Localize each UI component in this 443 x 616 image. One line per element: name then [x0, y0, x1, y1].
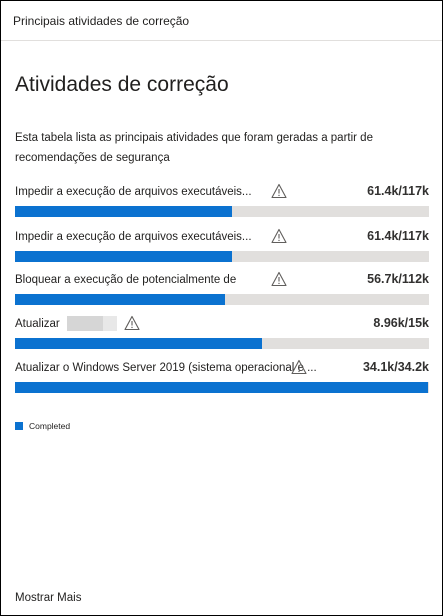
remediation-activities-card: Principais atividades de correção Ativid…	[0, 0, 443, 616]
progress-bar	[15, 294, 429, 305]
warning-icon	[271, 271, 287, 287]
activity-label[interactable]: Bloquear a execução de potencialmente de	[15, 274, 265, 286]
legend-swatch	[15, 422, 23, 430]
activity-row[interactable]: Atualizar o Windows Server 2019 (sistema…	[15, 359, 429, 402]
progress-bar	[15, 382, 429, 393]
legend-label: Completed	[29, 421, 71, 431]
activity-value: 56.7k/112k	[367, 272, 429, 286]
activity-value: 61.4k/117k	[367, 229, 429, 243]
activity-row[interactable]: Atualizar 8.96k/15k	[15, 315, 429, 358]
warning-icon	[124, 315, 140, 331]
progress-bar	[15, 251, 429, 262]
progress-bar-fill	[15, 338, 263, 349]
card-description: Esta tabela lista as principais atividad…	[15, 132, 373, 164]
activity-row[interactable]: Impedir a execução de arquivos executáve…	[15, 228, 429, 271]
progress-bar	[15, 206, 429, 217]
chart-legend: Completed	[15, 421, 70, 431]
activity-label[interactable]: Impedir a execução de arquivos executáve…	[15, 231, 265, 243]
activity-value: 61.4k/117k	[367, 184, 429, 198]
page-title: Atividades de correção	[15, 73, 229, 96]
warning-icon	[271, 228, 287, 244]
warning-icon	[271, 183, 287, 199]
progress-bar-fill	[15, 206, 233, 217]
card-header-title: Principais atividades de correção	[1, 1, 442, 41]
activity-label[interactable]: Atualizar o Windows Server 2019 (sistema…	[15, 362, 333, 374]
progress-bar-fill	[15, 382, 428, 393]
activity-label[interactable]: Impedir a execução de arquivos executáve…	[15, 186, 265, 198]
show-more-link[interactable]: Mostrar Mais	[15, 592, 81, 604]
warning-icon	[291, 359, 307, 375]
activity-value: 34.1k/34.2k	[362, 360, 429, 374]
activity-label[interactable]: Atualizar	[15, 318, 75, 330]
progress-bar-fill	[15, 294, 225, 305]
redacted-text	[67, 316, 117, 331]
progress-bar-fill	[15, 251, 233, 262]
progress-bar	[15, 338, 429, 349]
activity-value: 8.96k/15k	[373, 316, 429, 330]
activity-row[interactable]: Bloquear a execução de potencialmente de…	[15, 271, 429, 314]
activity-row[interactable]: Impedir a execução de arquivos executáve…	[15, 183, 429, 226]
